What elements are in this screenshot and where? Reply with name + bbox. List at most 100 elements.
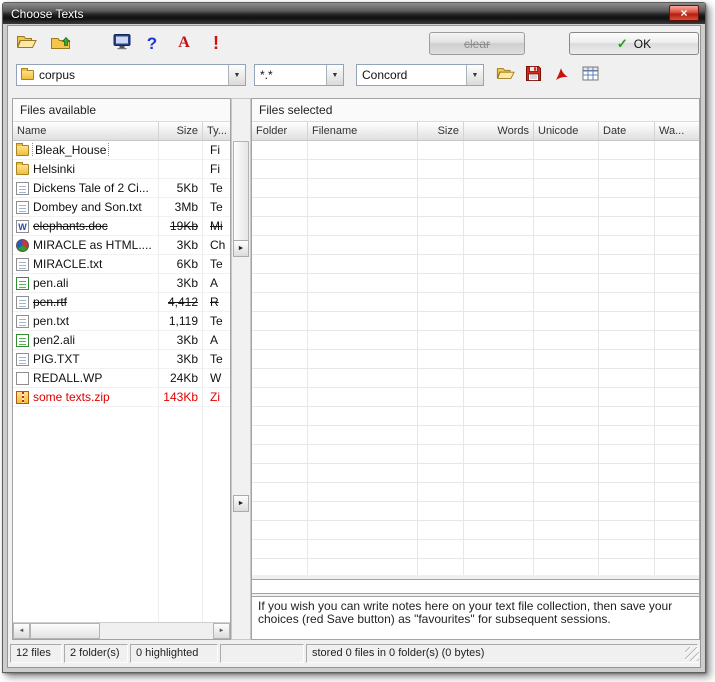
file-type: R <box>203 295 230 309</box>
file-row[interactable]: Bleak_House Fi <box>13 141 230 160</box>
file-type: Zi <box>203 390 230 404</box>
column-header-wait[interactable]: Wa... <box>655 122 699 140</box>
view-button[interactable] <box>108 29 136 57</box>
file-icon <box>16 145 29 156</box>
folder-up-button[interactable] <box>46 29 74 57</box>
column-header-size[interactable]: Size <box>418 122 464 140</box>
file-row[interactable]: pen.ali 3Kb A <box>13 274 230 293</box>
file-row[interactable]: pen.txt 1,119 Te <box>13 312 230 331</box>
file-type: Ch <box>203 238 230 252</box>
files-selected-grid[interactable] <box>252 141 699 575</box>
notes-title-input[interactable] <box>252 579 699 594</box>
file-row[interactable]: PIG.TXT 3Kb Te <box>13 350 230 369</box>
column-header-folder[interactable]: Folder <box>252 122 308 140</box>
notes-textarea[interactable]: If you wish you can write notes here on … <box>252 596 699 639</box>
column-header-size[interactable]: Size <box>159 122 203 140</box>
file-type: Mi <box>203 219 230 233</box>
close-button[interactable]: × <box>669 5 699 21</box>
column-header-words[interactable]: Words <box>464 122 534 140</box>
files-available-panel: Files available Name Size Ty... Bleak_Ho… <box>12 98 231 640</box>
move-to-selected-button[interactable]: ► <box>233 240 249 257</box>
title-bar[interactable]: Choose Texts <box>3 3 705 24</box>
file-size: 3Kb <box>159 352 203 366</box>
file-size: 6Kb <box>159 257 203 271</box>
file-name: PIG.TXT <box>33 352 80 366</box>
scrollbar-thumb[interactable] <box>233 141 249 241</box>
tool-combobox-value: Concord <box>357 68 466 82</box>
ok-button[interactable]: ✓ OK <box>569 32 699 55</box>
files-selected-title: Files selected <box>252 99 699 122</box>
help-button[interactable]: ? <box>138 29 166 57</box>
font-button[interactable]: A <box>170 29 198 57</box>
folder-up-icon <box>50 34 71 53</box>
file-row[interactable]: pen.rtf 4,412 R <box>13 293 230 312</box>
file-row[interactable]: Dombey and Son.txt 3Mb Te <box>13 198 230 217</box>
chevron-down-icon[interactable]: ▼ <box>228 65 245 85</box>
file-row[interactable]: MIRACLE.txt 6Kb Te <box>13 255 230 274</box>
file-row[interactable]: Helsinki Fi <box>13 160 230 179</box>
file-icon <box>16 391 29 404</box>
file-name-cell: REDALL.WP <box>13 371 159 385</box>
window-title: Choose Texts <box>11 7 84 21</box>
open-folder-button[interactable] <box>12 29 40 57</box>
grid-line <box>598 141 599 575</box>
status-files-count: 12 files <box>10 644 62 663</box>
scroll-right-button[interactable]: ► <box>213 623 230 639</box>
choose-texts-window: Choose Texts × ? <box>2 2 706 673</box>
column-header-date[interactable]: Date <box>599 122 655 140</box>
file-row[interactable]: Dickens Tale of 2 Ci... 5Kb Te <box>13 179 230 198</box>
tool-combobox[interactable]: Concord ▼ <box>356 64 484 86</box>
file-name: elephants.doc <box>33 219 108 233</box>
browse-folder-button[interactable] <box>492 63 518 87</box>
horizontal-scrollbar[interactable]: ◄ ► <box>13 622 230 639</box>
file-icon <box>16 201 29 214</box>
chevron-down-icon[interactable]: ▼ <box>466 65 483 85</box>
folder-combobox[interactable]: corpus ▼ <box>16 64 246 86</box>
open-folder-icon <box>496 66 515 84</box>
scrollbar-thumb[interactable] <box>30 623 100 639</box>
column-header-name[interactable]: Name <box>13 122 159 140</box>
files-available-title: Files available <box>13 99 230 122</box>
file-size: 3Kb <box>159 276 203 290</box>
vertical-scrollbar[interactable]: ► ► <box>231 98 251 640</box>
ok-button-label: OK <box>634 37 651 51</box>
file-name-cell: Dickens Tale of 2 Ci... <box>13 181 159 195</box>
file-size: 5Kb <box>159 181 203 195</box>
save-favourites-button[interactable] <box>520 63 546 87</box>
dialog-client-area: ? A ! clear ✓ OK corpus ▼ *.* ▼ Concord … <box>7 25 701 668</box>
resize-grip[interactable] <box>685 647 699 661</box>
file-name: pen.ali <box>33 276 68 290</box>
file-type: Te <box>203 200 230 214</box>
table-view-button[interactable] <box>577 63 603 87</box>
status-highlighted-count: 0 highlighted <box>130 644 218 663</box>
alert-button[interactable]: ! <box>202 29 230 57</box>
clear-button[interactable]: clear <box>429 32 525 55</box>
file-row[interactable]: pen2.ali 3Kb A <box>13 331 230 350</box>
arrow-right-icon: ► <box>238 500 245 507</box>
file-row[interactable]: elephants.doc 19Kb Mi <box>13 217 230 236</box>
file-row[interactable]: MIRACLE as HTML.... 3Kb Ch <box>13 236 230 255</box>
file-size: 24Kb <box>159 371 203 385</box>
file-name: pen.txt <box>33 314 69 328</box>
file-name-cell: elephants.doc <box>13 219 159 233</box>
file-row[interactable]: some texts.zip 143Kb Zi <box>13 388 230 407</box>
file-pattern-combobox[interactable]: *.* ▼ <box>254 64 344 86</box>
column-header-unicode[interactable]: Unicode <box>534 122 599 140</box>
move-to-selected-button[interactable]: ► <box>233 495 249 512</box>
pdf-button[interactable] <box>549 63 575 87</box>
file-name: Dombey and Son.txt <box>33 200 142 214</box>
scroll-left-button[interactable]: ◄ <box>13 623 30 639</box>
folder-combobox-value: corpus <box>34 68 228 82</box>
file-name: Bleak_House <box>33 143 108 157</box>
file-row[interactable]: REDALL.WP 24Kb W <box>13 369 230 388</box>
file-name: REDALL.WP <box>33 371 102 385</box>
file-icon <box>16 296 29 309</box>
open-folder-icon <box>16 34 37 53</box>
scrollbar-track[interactable] <box>30 623 213 639</box>
column-header-filename[interactable]: Filename <box>308 122 418 140</box>
chevron-down-icon[interactable]: ▼ <box>326 65 343 85</box>
acrobat-icon <box>554 66 570 85</box>
grid-line <box>463 141 464 575</box>
file-type: Fi <box>203 162 230 176</box>
column-header-type[interactable]: Ty... <box>203 122 230 140</box>
